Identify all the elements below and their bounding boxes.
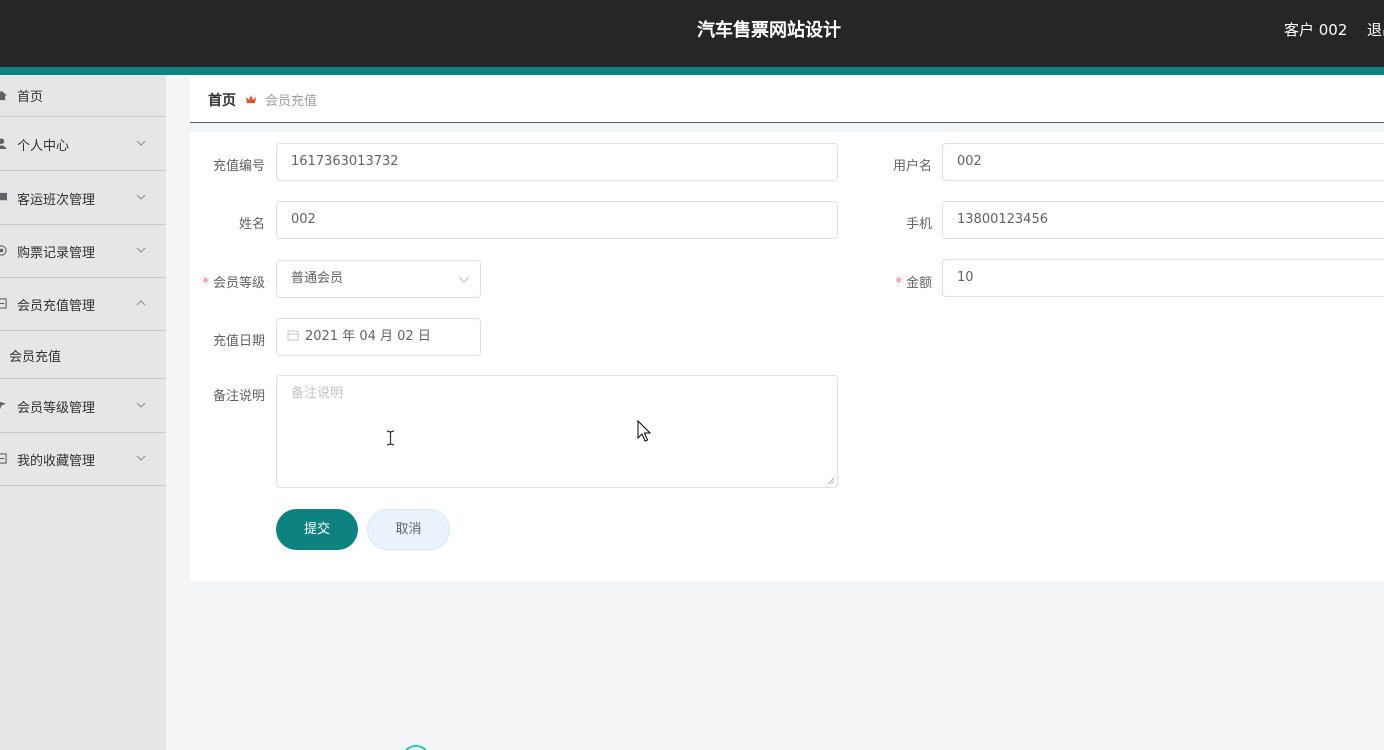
breadcrumb-home[interactable]: 首页 — [208, 90, 236, 110]
breadcrumb: 首页 会员充值 — [190, 76, 1384, 123]
ticket-icon — [0, 245, 7, 256]
member-level-value: 普通会员 — [291, 271, 344, 286]
sidebar-item-member-level[interactable]: 会员等级管理 — [0, 380, 166, 433]
chevron-down-icon — [136, 247, 146, 253]
chevron-down-icon — [136, 402, 146, 408]
name-input[interactable]: 002 — [276, 201, 838, 239]
sidebar-item-label: 会员等级管理 — [17, 400, 96, 416]
sidebar-item-recharge-management[interactable]: 会员充值管理 — [0, 278, 166, 331]
star-icon — [0, 453, 7, 464]
recharge-no-label: 充值编号 — [212, 159, 265, 174]
bus-icon — [0, 192, 7, 201]
username-label: 用户名 — [892, 159, 932, 174]
chevron-down-icon — [136, 140, 146, 146]
loading-arc-icon — [405, 745, 427, 750]
sidebar-item-label: 首页 — [17, 90, 44, 105]
member-level-select[interactable]: 普通会员 — [276, 260, 481, 298]
amount-label: * 金额 — [850, 272, 932, 291]
member-level-label: * 会员等级 — [190, 272, 265, 291]
phone-input[interactable]: 13800123456 — [942, 201, 1384, 239]
sidebar-item-home[interactable]: 首页 — [0, 75, 166, 117]
site-title: 汽车售票网站设计 — [697, 20, 841, 41]
name-label: 姓名 — [238, 217, 265, 232]
username-input[interactable]: 002 — [942, 143, 1384, 181]
sidebar-item-favorites[interactable]: 我的收藏管理 — [0, 433, 166, 486]
sidebar-item-personal-center[interactable]: 个人中心 — [0, 118, 166, 171]
resize-grip-icon[interactable] — [827, 477, 835, 485]
chevron-down-icon — [136, 194, 146, 200]
sidebar: 首页 个人中心 客运班次管理 购票记录管理 会员充值管理 会员充值 会员等级管理… — [0, 75, 166, 750]
sidebar-item-label: 客运班次管理 — [17, 192, 96, 208]
cancel-button[interactable]: 取消 — [367, 509, 450, 550]
date-value: 2021 年 04 月 02 日 — [305, 329, 431, 344]
top-bar-accent — [0, 67, 1384, 75]
amount-input[interactable]: 10 — [942, 259, 1384, 297]
recharge-no-input[interactable]: 1617363013732 — [276, 143, 838, 181]
breadcrumb-current: 会员充值 — [265, 94, 318, 109]
current-user: 客户 002 — [1284, 21, 1348, 39]
required-mark: * — [202, 276, 209, 291]
chevron-down-icon — [136, 455, 146, 461]
date-picker[interactable]: 2021 年 04 月 02 日 — [276, 318, 481, 356]
chevron-up-icon — [136, 300, 146, 306]
recharge-form: 充值编号 1617363013732 用户名 002 姓名 002 手机 138… — [190, 132, 1384, 581]
crown-icon — [246, 95, 256, 103]
sidebar-subitem-label: 会员充值 — [9, 349, 62, 365]
sidebar-item-bus-schedule[interactable]: 客运班次管理 — [0, 172, 166, 225]
required-mark: * — [895, 276, 902, 291]
remark-label: 备注说明 — [212, 389, 265, 404]
submit-button[interactable]: 提交 — [276, 509, 358, 550]
sidebar-item-label: 会员充值管理 — [17, 298, 96, 314]
sidebar-item-label: 购票记录管理 — [17, 245, 96, 261]
logout-link[interactable]: 退出 — [1367, 18, 1384, 42]
sidebar-item-label: 个人中心 — [17, 138, 70, 154]
home-icon — [0, 90, 7, 100]
sidebar-item-ticket-records[interactable]: 购票记录管理 — [0, 225, 166, 278]
sidebar-subitem-recharge[interactable]: 会员充值 — [0, 332, 166, 379]
amount-label-text: 金额 — [905, 276, 932, 291]
date-label: 充值日期 — [212, 334, 265, 349]
flag-icon — [0, 401, 7, 410]
remark-placeholder: 备注说明 — [291, 386, 344, 401]
mouse-pointer-icon — [637, 420, 652, 442]
remark-textarea[interactable]: 备注说明 — [276, 375, 838, 488]
member-level-label-text: 会员等级 — [212, 276, 265, 291]
user-icon — [0, 138, 7, 149]
calendar-icon — [287, 330, 299, 341]
sidebar-item-label: 我的收藏管理 — [17, 453, 96, 469]
wallet-icon — [0, 298, 7, 309]
text-cursor-icon — [386, 430, 395, 446]
phone-label: 手机 — [905, 217, 932, 232]
chevron-down-icon — [458, 276, 470, 283]
